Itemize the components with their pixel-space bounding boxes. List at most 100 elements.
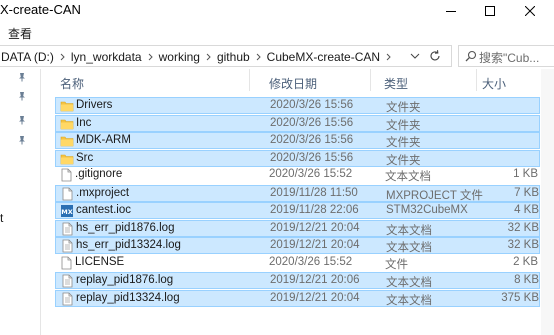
file-type: 文本文档 bbox=[386, 242, 432, 254]
file-row[interactable]: replay_pid13324.log 2019/12/21 20:04 文本文… bbox=[55, 289, 540, 307]
file-row[interactable]: MDK-ARM 2020/3/26 15:56 文件夹 bbox=[55, 132, 540, 149]
file-type: 文本文档 bbox=[386, 277, 432, 289]
folder-icon bbox=[60, 134, 74, 148]
file-name: replay_pid1876.log bbox=[76, 274, 174, 286]
cubemx-file-icon: MX bbox=[60, 204, 74, 218]
search-placeholder: 搜索"Cub... bbox=[479, 51, 540, 65]
file-row[interactable]: hs_err_pid13324.log 2019/12/21 20:04 文本文… bbox=[55, 237, 540, 254]
file-name: Src bbox=[76, 151, 94, 164]
file-modified-date: 2020/3/26 15:56 bbox=[270, 134, 354, 146]
file-name: Inc bbox=[76, 116, 92, 129]
chevron-down-icon[interactable] bbox=[410, 51, 420, 61]
file-row[interactable]: MX cantest.ioc 2019/11/28 22:06 STM32Cub… bbox=[55, 202, 540, 219]
svg-text:MX: MX bbox=[61, 208, 72, 216]
breadcrumb-item-drive[interactable]: DATA (D:) bbox=[1, 50, 54, 64]
file-row[interactable]: LICENSE 2020/3/26 15:52 文件 2 KB bbox=[55, 255, 540, 272]
column-divider[interactable] bbox=[476, 69, 477, 91]
chevron-right-icon[interactable] bbox=[386, 53, 391, 61]
folder-icon bbox=[60, 117, 74, 131]
file-row[interactable]: replay_pid1876.log 2019/12/21 20:06 文本文档… bbox=[55, 272, 540, 289]
column-header-type[interactable]: 类型 bbox=[384, 75, 408, 92]
text-file-icon bbox=[60, 239, 74, 253]
title-bar: X-create-CAN bbox=[0, 0, 554, 22]
file-row[interactable]: Drivers 2020/3/26 15:56 文件夹 bbox=[55, 97, 540, 114]
navigation-pane: t bbox=[0, 69, 41, 335]
breadcrumb-item-lyn-workdata[interactable]: lyn_workdata bbox=[71, 50, 142, 64]
file-modified-date: 2020/3/26 15:56 bbox=[270, 99, 354, 111]
file-type: 文本文档 bbox=[385, 171, 431, 183]
search-icon bbox=[465, 50, 477, 62]
file-name: hs_err_pid13324.log bbox=[76, 239, 181, 251]
file-row[interactable]: Inc 2020/3/26 15:56 文件夹 bbox=[55, 114, 540, 132]
file-modified-date: 2019/12/21 20:06 bbox=[270, 274, 360, 286]
file-size: 32 KB bbox=[507, 239, 539, 251]
file-size: 375 KB bbox=[501, 291, 539, 304]
file-modified-date: 2019/12/21 20:04 bbox=[270, 239, 360, 251]
minimize-button[interactable] bbox=[433, 0, 469, 22]
file-modified-date: 2020/3/26 15:52 bbox=[269, 255, 353, 268]
file-size: 1 KB bbox=[513, 168, 538, 180]
address-row: DATA (D:) lyn_workdata working github Cu… bbox=[0, 43, 554, 69]
file-size: 32 KB bbox=[507, 221, 539, 234]
breadcrumb-item-github[interactable]: github bbox=[217, 50, 250, 64]
close-icon bbox=[525, 6, 535, 16]
file-modified-date: 2019/12/21 20:04 bbox=[270, 221, 360, 234]
file-icon bbox=[60, 187, 74, 201]
address-bar[interactable]: DATA (D:) lyn_workdata working github Cu… bbox=[0, 45, 452, 67]
file-list: 名称 修改日期 类型 大小 Drivers 2020/3/26 15:56 文件… bbox=[41, 69, 554, 335]
file-row[interactable]: hs_err_pid1876.log 2019/12/21 20:04 文本文档… bbox=[55, 219, 540, 237]
pin-icon[interactable] bbox=[17, 115, 27, 125]
column-divider[interactable] bbox=[370, 69, 371, 91]
file-name: MDK-ARM bbox=[76, 134, 131, 146]
breadcrumb-item-cubemx-create-can[interactable]: CubeMX-create-CAN bbox=[267, 50, 380, 64]
pin-icon[interactable] bbox=[17, 135, 27, 145]
file-type: MXPROJECT 文件 bbox=[386, 189, 483, 202]
file-type: 文件夹 bbox=[386, 154, 421, 167]
chevron-right-icon[interactable] bbox=[148, 53, 153, 61]
breadcrumb-item-working[interactable]: working bbox=[159, 50, 200, 64]
file-name: LICENSE bbox=[75, 255, 125, 268]
file-size: 2 KB bbox=[513, 255, 538, 268]
column-divider[interactable] bbox=[249, 69, 250, 91]
breadcrumb: DATA (D:) lyn_workdata working github Cu… bbox=[1, 50, 397, 64]
file-size: 4 KB bbox=[514, 204, 539, 216]
tab-view[interactable]: 查看 bbox=[8, 25, 32, 42]
maximize-button[interactable] bbox=[472, 0, 508, 22]
column-header-date[interactable]: 修改日期 bbox=[269, 75, 317, 92]
chevron-right-icon[interactable] bbox=[256, 53, 261, 61]
column-header-size[interactable]: 大小 bbox=[482, 75, 506, 92]
file-row[interactable]: .mxproject 2019/11/28 11:50 MXPROJECT 文件… bbox=[55, 184, 540, 202]
text-file-icon bbox=[60, 222, 74, 236]
pin-icon[interactable] bbox=[17, 91, 27, 101]
file-modified-date: 2020/3/26 15:56 bbox=[270, 151, 354, 164]
folder-icon bbox=[60, 152, 74, 166]
pin-icon[interactable] bbox=[17, 72, 27, 82]
file-size: 7 KB bbox=[514, 186, 539, 199]
column-header-name[interactable]: 名称 bbox=[60, 75, 84, 92]
nav-item-partial[interactable]: t bbox=[0, 211, 3, 225]
file-icon bbox=[59, 256, 73, 270]
chevron-right-icon[interactable] bbox=[60, 53, 65, 61]
file-name: cantest.ioc bbox=[76, 204, 131, 216]
text-file-icon bbox=[60, 274, 74, 288]
vertical-scrollbar[interactable] bbox=[541, 69, 554, 335]
file-name: hs_err_pid1876.log bbox=[76, 221, 175, 234]
file-icon bbox=[59, 168, 73, 182]
close-button[interactable] bbox=[512, 0, 548, 22]
file-type: 文件夹 bbox=[386, 102, 421, 114]
refresh-icon[interactable] bbox=[428, 49, 442, 63]
search-input[interactable]: 搜索"Cub... bbox=[458, 45, 554, 67]
file-row[interactable]: Src 2020/3/26 15:56 文件夹 bbox=[55, 149, 540, 167]
file-type: 文本文档 bbox=[386, 294, 432, 307]
file-modified-date: 2019/11/28 22:06 bbox=[270, 204, 359, 216]
maximize-icon bbox=[485, 6, 495, 16]
file-name: .gitignore bbox=[75, 168, 123, 180]
file-type: 文件夹 bbox=[386, 119, 421, 132]
file-type: STM32CubeMX bbox=[386, 204, 468, 216]
window-title: X-create-CAN bbox=[0, 2, 81, 17]
file-type: 文本文档 bbox=[386, 224, 432, 237]
folder-icon bbox=[60, 99, 74, 113]
ribbon: 查看 bbox=[0, 22, 554, 43]
file-row[interactable]: .gitignore 2020/3/26 15:52 文本文档 1 KB bbox=[55, 167, 540, 184]
chevron-right-icon[interactable] bbox=[206, 53, 211, 61]
